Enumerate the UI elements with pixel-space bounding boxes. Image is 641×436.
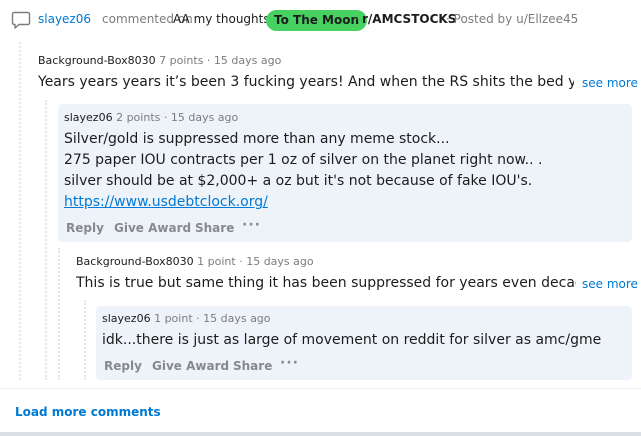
comment-body-line: silver should be at $2,000+ a oz but it'… — [64, 173, 533, 189]
comment-author[interactable]: slayez06 — [102, 312, 151, 325]
comment-meta: Background-Box8030 1 point · 15 days ago — [76, 255, 314, 269]
subreddit-link[interactable]: r/AMCSTOCKS — [362, 11, 456, 27]
thread-line[interactable] — [19, 42, 21, 380]
thread-line[interactable] — [58, 248, 60, 380]
header-separator: · — [354, 12, 358, 26]
see-more-link[interactable]: see more — [578, 76, 638, 90]
comment-body-line: 275 paper IOU contracts per 1 oz of silv… — [64, 152, 543, 168]
comment-thread-card: slayez06 commented on AA my thoughts To … — [0, 0, 641, 432]
give-award-button[interactable]: Give Award — [152, 358, 229, 374]
give-award-button[interactable]: Give Award — [114, 220, 191, 236]
share-button[interactable]: Share — [195, 220, 234, 236]
reply-button[interactable]: Reply — [66, 220, 104, 236]
divider — [0, 388, 641, 389]
posted-by-label[interactable]: · Posted by u/Ellzee45 — [446, 11, 578, 27]
more-options-icon[interactable]: ··· — [242, 217, 261, 233]
share-button[interactable]: Share — [233, 358, 272, 374]
comment-author[interactable]: slayez06 — [64, 111, 113, 124]
comment-author[interactable]: Background-Box8030 — [38, 54, 156, 67]
thread-line[interactable] — [84, 300, 86, 380]
comment-body-line: Silver/gold is suppressed more than any … — [64, 131, 450, 147]
reply-button[interactable]: Reply — [104, 358, 142, 374]
comment-body: Years years years it’s been 3 fucking ye… — [38, 74, 574, 90]
comment-meta: Background-Box8030 7 points · 15 days ag… — [38, 54, 281, 68]
comment-meta: slayez06 2 points · 15 days ago — [64, 111, 238, 125]
more-options-icon[interactable]: ··· — [280, 355, 299, 371]
comment-points-time: 7 points · 15 days ago — [159, 54, 282, 67]
load-more-comments-button[interactable]: Load more comments — [15, 405, 161, 419]
thread-line[interactable] — [45, 100, 47, 380]
comment-author[interactable]: Background-Box8030 — [76, 255, 194, 268]
see-more-link[interactable]: see more — [578, 277, 638, 291]
comment-meta: slayez06 1 point · 15 days ago — [102, 312, 271, 326]
comment-points-time: 1 point · 15 days ago — [197, 255, 314, 268]
comment-link[interactable]: https://www.usdebtclock.org/ — [64, 192, 268, 213]
comment-body: idk...there is just as large of movement… — [102, 332, 602, 348]
comment-points-time: 1 point · 15 days ago — [154, 312, 271, 325]
comment-points-time: 2 points · 15 days ago — [116, 111, 239, 124]
post-title-link[interactable]: AA my thoughts — [173, 11, 270, 27]
header-username[interactable]: slayez06 — [38, 11, 91, 27]
comment-body: This is true but same thing it has been … — [76, 275, 576, 291]
comment-icon — [11, 11, 31, 29]
post-flair-badge[interactable]: To The Moon — [266, 10, 368, 31]
